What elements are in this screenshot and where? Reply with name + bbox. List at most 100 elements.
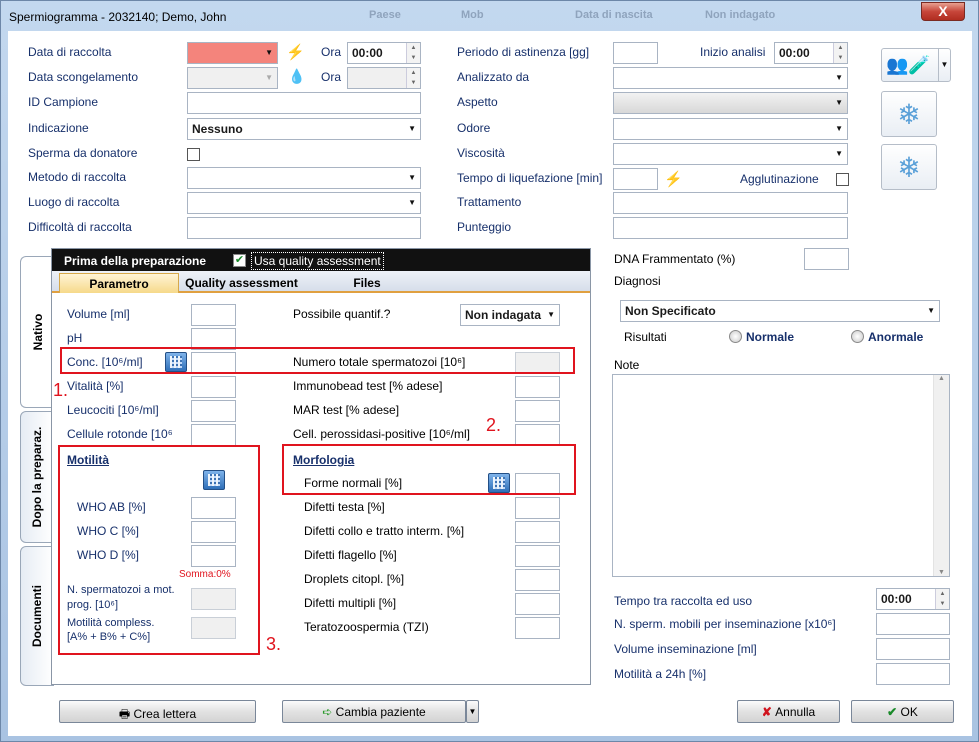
panel-tabs: Parametro Quality assessment Files	[52, 271, 590, 293]
tab-documenti[interactable]: Documenti	[20, 546, 54, 686]
odore-select[interactable]	[613, 118, 848, 140]
sperma-donatore-checkbox[interactable]	[187, 148, 200, 161]
ora-scong-label: Ora	[321, 70, 342, 84]
note-textarea[interactable]: ▲ ▼	[612, 374, 950, 577]
tab-parametro[interactable]: Parametro	[59, 273, 179, 293]
droplets-input[interactable]	[515, 569, 560, 591]
spinner-arrows-icon[interactable]: ▲ ▼	[406, 68, 420, 88]
possibile-quantif-select[interactable]: Non indagata	[460, 304, 560, 326]
quality-checkbox-label[interactable]: Usa quality assessment	[251, 252, 384, 270]
ok-button[interactable]: ✔ OK	[851, 700, 954, 723]
window-title: Spermiogramma - 2032140; Demo, John	[9, 10, 227, 24]
punteggio-input[interactable]	[613, 217, 848, 239]
inizio-analisi-value: 00:00	[779, 46, 810, 60]
analizzato-da-select[interactable]	[613, 67, 848, 89]
scroll-down-icon[interactable]: ▼	[934, 569, 949, 576]
motilita-24h-input[interactable]	[876, 663, 950, 685]
chevron-down-icon[interactable]: ▼	[938, 49, 950, 81]
viscosita-select[interactable]	[613, 143, 848, 165]
difetti-collo-input[interactable]	[515, 521, 560, 543]
data-scongelamento-select[interactable]	[187, 67, 278, 89]
viscosita-label: Viscosità	[457, 146, 505, 160]
mar-test-input[interactable]	[515, 400, 560, 422]
close-button[interactable]: X	[921, 2, 965, 21]
annotation-box-3	[58, 445, 260, 655]
scroll-up-icon[interactable]: ▲	[934, 375, 949, 382]
aspetto-select[interactable]	[613, 92, 848, 114]
cellule-rotonde-input[interactable]	[191, 424, 236, 446]
annotation-number-2: 2.	[486, 415, 502, 435]
ok-label: OK	[900, 705, 918, 719]
cambia-paziente-dropdown[interactable]: ▼	[466, 700, 479, 723]
tab-quality-assessment[interactable]: Quality assessment	[179, 273, 304, 293]
tempo-liquefazione-input[interactable]	[613, 168, 658, 190]
difficolta-raccolta-label: Difficoltà di raccolta	[28, 220, 132, 234]
spinner-arrows-icon[interactable]: ▲ ▼	[833, 43, 847, 63]
immunobead-input[interactable]	[515, 376, 560, 398]
tempo-uso-value: 00:00	[881, 592, 912, 606]
tab-nativo[interactable]: Nativo	[20, 256, 54, 408]
data-raccolta-select[interactable]	[187, 42, 278, 64]
periodo-astinenza-input[interactable]	[613, 42, 658, 64]
annulla-button[interactable]: ✘ Annulla	[737, 700, 840, 723]
tempo-uso-label: Tempo tra raccolta ed uso	[614, 594, 753, 608]
trattamento-input[interactable]	[613, 192, 848, 214]
cellule-rotonde-label: Cellule rotonde [10⁶	[67, 427, 173, 441]
cancel-x-icon: ✘	[761, 705, 776, 719]
difetti-testa-label: Difetti testa [%]	[304, 500, 385, 514]
data-raccolta-label: Data di raccolta	[28, 45, 112, 59]
indicazione-select[interactable]: Nessuno	[187, 118, 421, 140]
tempo-uso-spinner[interactable]: 00:00 ▲ ▼	[876, 588, 950, 610]
tab-files[interactable]: Files	[304, 273, 430, 293]
agglutinazione-checkbox[interactable]	[836, 173, 849, 186]
freeze-button[interactable]: ❄	[881, 91, 937, 137]
metodo-raccolta-select[interactable]	[187, 167, 421, 189]
ora-scong-spinner[interactable]: ▲ ▼	[347, 67, 421, 89]
difetti-testa-input[interactable]	[515, 497, 560, 519]
spinner-arrows-icon[interactable]: ▲ ▼	[406, 43, 420, 63]
indicazione-label: Indicazione	[28, 121, 89, 135]
dna-frammentato-input[interactable]	[804, 248, 849, 270]
normale-label: Normale	[746, 330, 795, 344]
odore-label: Odore	[457, 121, 491, 135]
diagnosi-select[interactable]: Non Specificato	[620, 300, 940, 322]
vitalita-label: Vitalità [%]	[67, 379, 124, 393]
drop-icon[interactable]: 💧	[288, 68, 305, 85]
inizio-analisi-spinner[interactable]: 00:00 ▲ ▼	[774, 42, 848, 64]
perossidasi-input[interactable]	[515, 424, 560, 446]
vitalita-input[interactable]	[191, 376, 236, 398]
ora-label: Ora	[321, 45, 342, 59]
annotation-box-1	[60, 347, 575, 374]
crea-lettera-button[interactable]: 🖶 Crea lettera	[59, 700, 256, 723]
volume-input[interactable]	[191, 304, 236, 326]
chevron-down-icon: ▼	[468, 707, 477, 716]
thaw-button[interactable]: ❄	[881, 144, 937, 190]
n-sperm-mobili-input[interactable]	[876, 613, 950, 635]
quality-checkbox[interactable]: ✔	[233, 254, 246, 267]
mar-test-label: MAR test [% adese]	[293, 403, 400, 417]
note-label: Note	[614, 358, 640, 372]
tab-dopo-preparaz[interactable]: Dopo la preparaz.	[20, 411, 54, 543]
luogo-raccolta-select[interactable]	[187, 192, 421, 214]
lightning-icon[interactable]: ⚡	[664, 170, 683, 188]
ora-spinner[interactable]: 00:00 ▲ ▼	[347, 42, 421, 64]
cambia-paziente-button[interactable]: ➪ Cambia paziente	[282, 700, 466, 723]
immunobead-label: Immunobead test [% adese]	[293, 379, 443, 393]
teratozoospermia-input[interactable]	[515, 617, 560, 639]
risultati-label: Risultati	[624, 330, 667, 344]
normale-radio[interactable]	[729, 330, 742, 343]
n-sperm-mobili-label: N. sperm. mobili per inseminazione [x10⁶…	[614, 617, 836, 631]
annotation-box-2	[282, 444, 576, 495]
note-scrollbar[interactable]: ▲ ▼	[933, 375, 949, 576]
anormale-radio[interactable]	[851, 330, 864, 343]
difficolta-raccolta-input[interactable]	[187, 217, 421, 239]
difetti-multipli-input[interactable]	[515, 593, 560, 615]
patients-tools-button[interactable]: 👥 🧪 ▼	[881, 48, 951, 82]
spinner-arrows-icon[interactable]: ▲ ▼	[935, 589, 949, 609]
id-campione-input[interactable]	[187, 92, 421, 114]
perossidasi-label: Cell. perossidasi-positive [10⁶/ml]	[293, 427, 471, 441]
lightning-icon[interactable]: ⚡	[286, 43, 305, 61]
leucociti-input[interactable]	[191, 400, 236, 422]
difetti-flagello-input[interactable]	[515, 545, 560, 567]
volume-inseminazione-input[interactable]	[876, 638, 950, 660]
